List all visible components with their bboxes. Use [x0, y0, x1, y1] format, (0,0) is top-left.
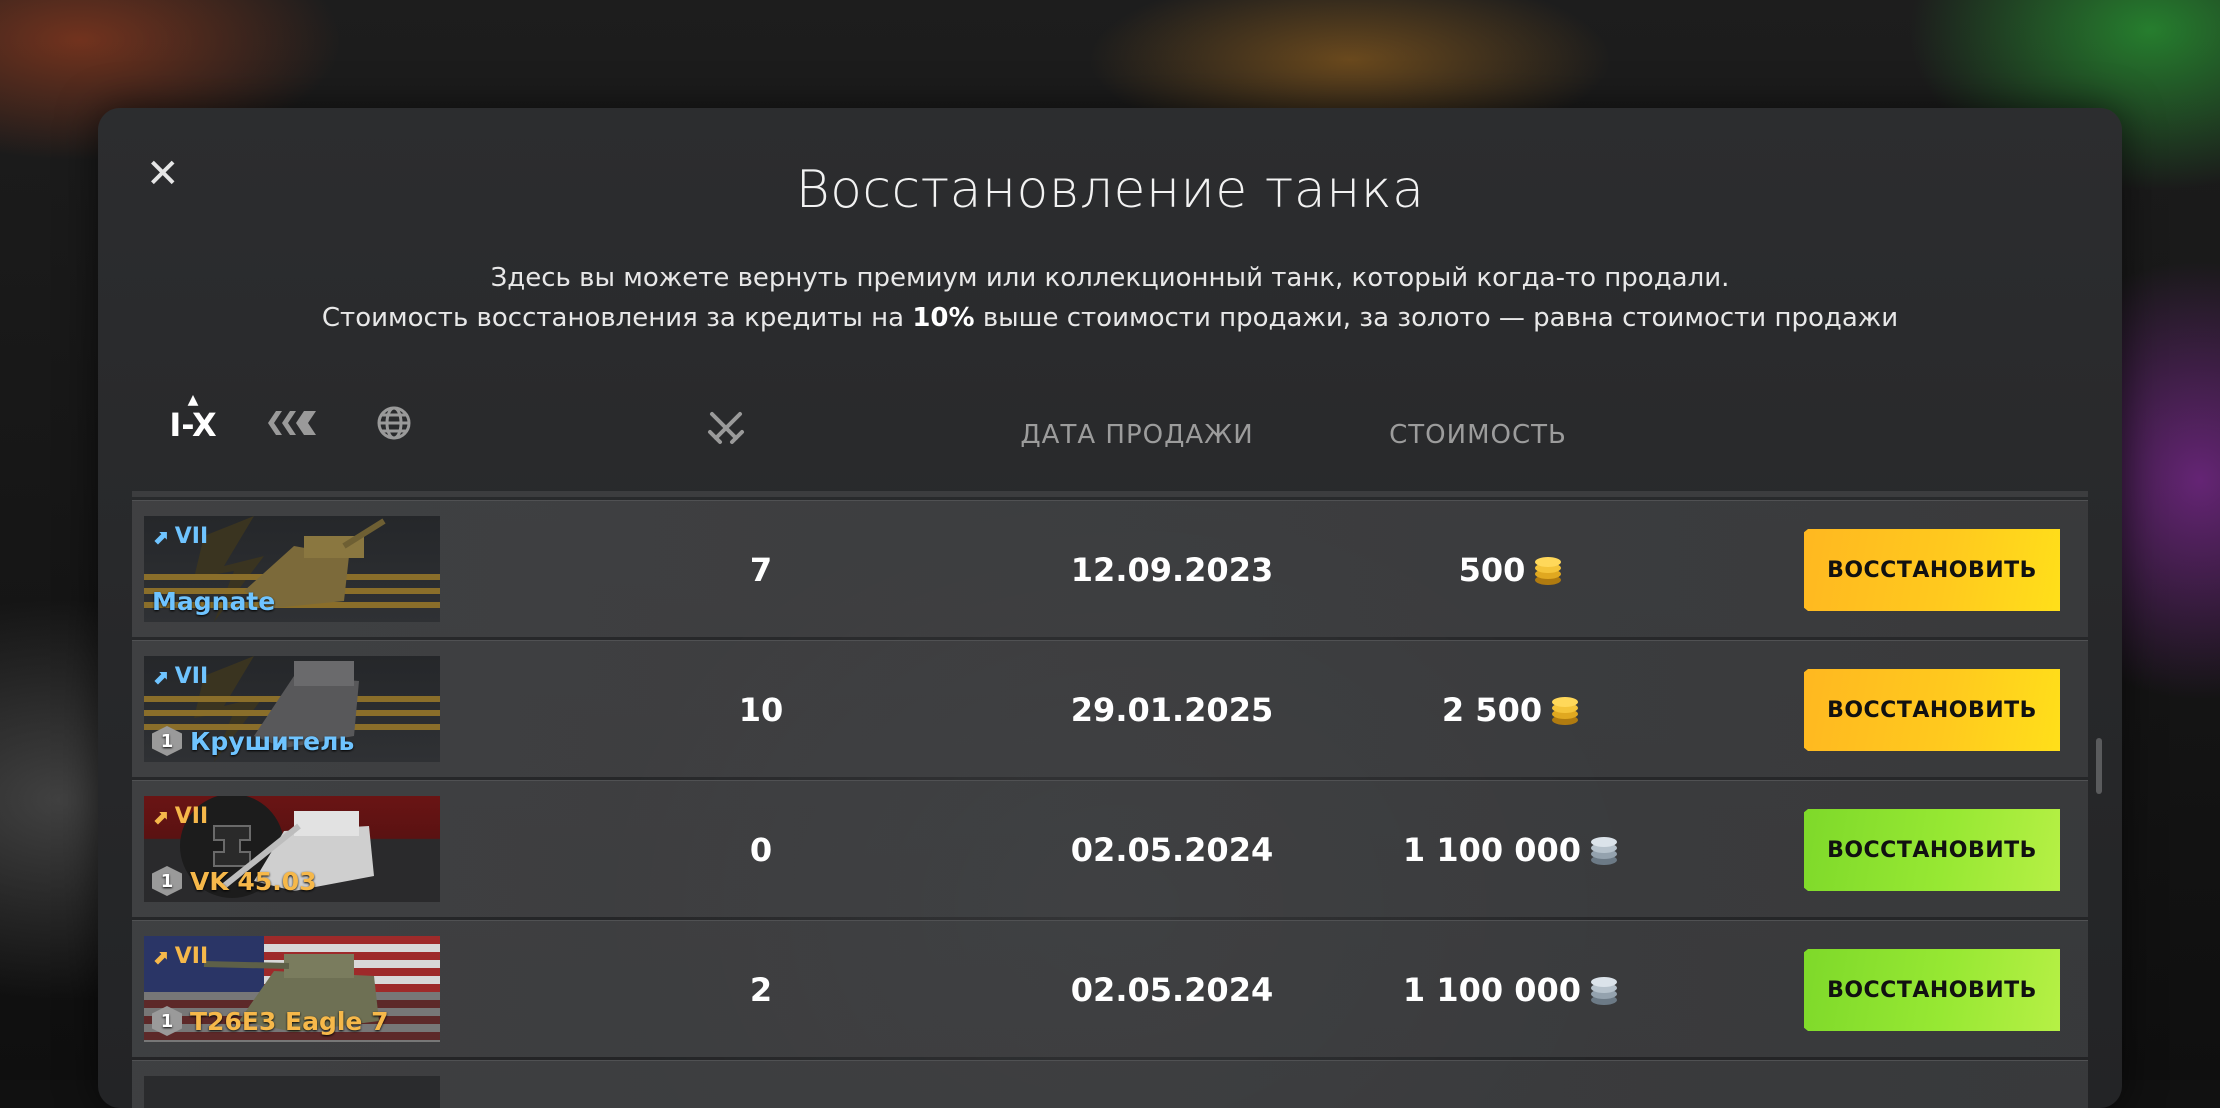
- tank-thumbnail: ⬈ VII 1 Крушитель: [144, 656, 440, 762]
- tank-name: Magnate: [152, 587, 275, 616]
- tank-row[interactable]: ⬈ VII 1 VK 45.03 0 02.05.2024 1 100 000 ВО…: [132, 780, 2088, 917]
- restore-cost: 1 100 000: [1362, 831, 1662, 869]
- credits-coin-icon: [1591, 837, 1618, 865]
- sort-caret-icon: ▲: [187, 392, 199, 408]
- header-divider: [132, 491, 2088, 497]
- restore-button[interactable]: ВОССТАНОВИТЬ: [1804, 669, 2060, 751]
- column-header-date[interactable]: ДАТА ПРОДАЖИ: [972, 420, 1302, 450]
- tank-row[interactable]: ⬈ VII 1 Крушитель 10 29.01.2025 2 500 ВОСС…: [132, 640, 2088, 777]
- restore-cost: 2 500: [1362, 691, 1662, 729]
- battles-value: 10: [738, 691, 784, 729]
- tank-thumbnail: ⬈ VII 1 T26E3 Eagle 7: [144, 936, 440, 1042]
- tank-tier-label: VII: [174, 944, 209, 969]
- tank-tier: ⬈ VII: [152, 664, 208, 689]
- battles-value: 2: [749, 971, 773, 1009]
- restore-button[interactable]: ВОССТАНОВИТЬ: [1804, 949, 2060, 1031]
- crossed-swords-icon[interactable]: [706, 408, 746, 448]
- description-percent: 10%: [912, 303, 975, 333]
- tank-name-label: Magnate: [152, 587, 276, 616]
- restore-tank-dialog: ✕ Восстановление танка Здесь вы можете в…: [98, 108, 2122, 1108]
- restore-button[interactable]: ВОССТАНОВИТЬ: [1804, 529, 2060, 611]
- description-line-2: Стоимость восстановления за кредиты на 1…: [98, 298, 2122, 338]
- description-line-1: Здесь вы можете вернуть премиум или колл…: [490, 263, 1730, 293]
- sale-date: 02.05.2024: [1070, 971, 1274, 1009]
- tier-filter-label: I-X: [169, 406, 217, 444]
- tank-row[interactable]: [132, 1060, 2088, 1108]
- tank-tier-label: VII: [174, 804, 209, 829]
- cost-value: 1 100 000: [1402, 971, 1582, 1009]
- premium-tank-icon: ⬈: [152, 524, 169, 549]
- tank-tier-label: VII: [174, 524, 209, 549]
- tank-tier: ⬈ VII: [152, 524, 208, 549]
- tank-list: ⬈ VII Magnate 7 12.09.2023 500 ВОССТАНОВИ…: [132, 500, 2088, 1108]
- scrollbar[interactable]: [2096, 738, 2102, 794]
- restore-cost: 1 100 000: [1362, 971, 1662, 1009]
- sale-date: 02.05.2024: [1070, 831, 1274, 869]
- tank-name-label: T26E3 Eagle 7: [190, 1006, 389, 1036]
- vehicle-type-icon[interactable]: [266, 405, 318, 441]
- tank-tier: ⬈ VII: [152, 944, 208, 969]
- sale-date: 12.09.2023: [1070, 551, 1274, 589]
- tank-name-label: Крушитель: [190, 726, 355, 756]
- tank-name: 1 T26E3 Eagle 7: [152, 1006, 389, 1036]
- dialog-title: Восстановление танка: [795, 160, 1425, 220]
- tank-thumbnail: ⬈ VII 1 VK 45.03: [144, 796, 440, 902]
- credits-coin-icon: [1591, 977, 1618, 1005]
- description-text: Стоимость восстановления за кредиты на: [321, 303, 913, 333]
- tier-filter[interactable]: ▲ I-X: [166, 393, 220, 443]
- mastery-badge-icon: 1: [152, 726, 182, 756]
- restore-button[interactable]: ВОССТАНОВИТЬ: [1804, 809, 2060, 891]
- collector-tank-icon: ⬈: [152, 804, 169, 829]
- gold-coin-icon: [1535, 557, 1562, 585]
- restore-cost: 500: [1362, 551, 1662, 589]
- dialog-description: Здесь вы можете вернуть премиум или колл…: [98, 258, 2122, 338]
- tank-tier-label: VII: [174, 664, 209, 689]
- globe-icon[interactable]: [376, 405, 412, 441]
- cost-value: 500: [1458, 551, 1526, 589]
- tank-thumbnail: ⬈ VII Magnate: [144, 516, 440, 622]
- cost-value: 2 500: [1441, 691, 1543, 729]
- tank-tier: ⬈ VII: [152, 804, 208, 829]
- tank-row[interactable]: ⬈ VII 1 T26E3 Eagle 7 2 02.05.2024 1 100 0…: [132, 920, 2088, 1057]
- gold-coin-icon: [1552, 697, 1579, 725]
- mastery-badge-icon: 1: [152, 866, 182, 896]
- collector-tank-icon: ⬈: [152, 944, 169, 969]
- premium-tank-icon: ⬈: [152, 664, 169, 689]
- tank-name: 1 VK 45.03: [152, 866, 317, 896]
- tank-thumbnail: [144, 1076, 440, 1108]
- tank-row[interactable]: ⬈ VII Magnate 7 12.09.2023 500 ВОССТАНОВИ…: [132, 500, 2088, 637]
- tank-name: 1 Крушитель: [152, 726, 354, 756]
- column-header-cost[interactable]: СТОИМОСТЬ: [1328, 420, 1628, 450]
- tank-name-label: VK 45.03: [190, 866, 317, 896]
- description-text: выше стоимости продажи, за золото — равн…: [974, 303, 1899, 333]
- sale-date: 29.01.2025: [1070, 691, 1274, 729]
- mastery-badge-icon: 1: [152, 1006, 182, 1036]
- battles-value: 7: [749, 551, 773, 589]
- cost-value: 1 100 000: [1402, 831, 1582, 869]
- battles-value: 0: [749, 831, 773, 869]
